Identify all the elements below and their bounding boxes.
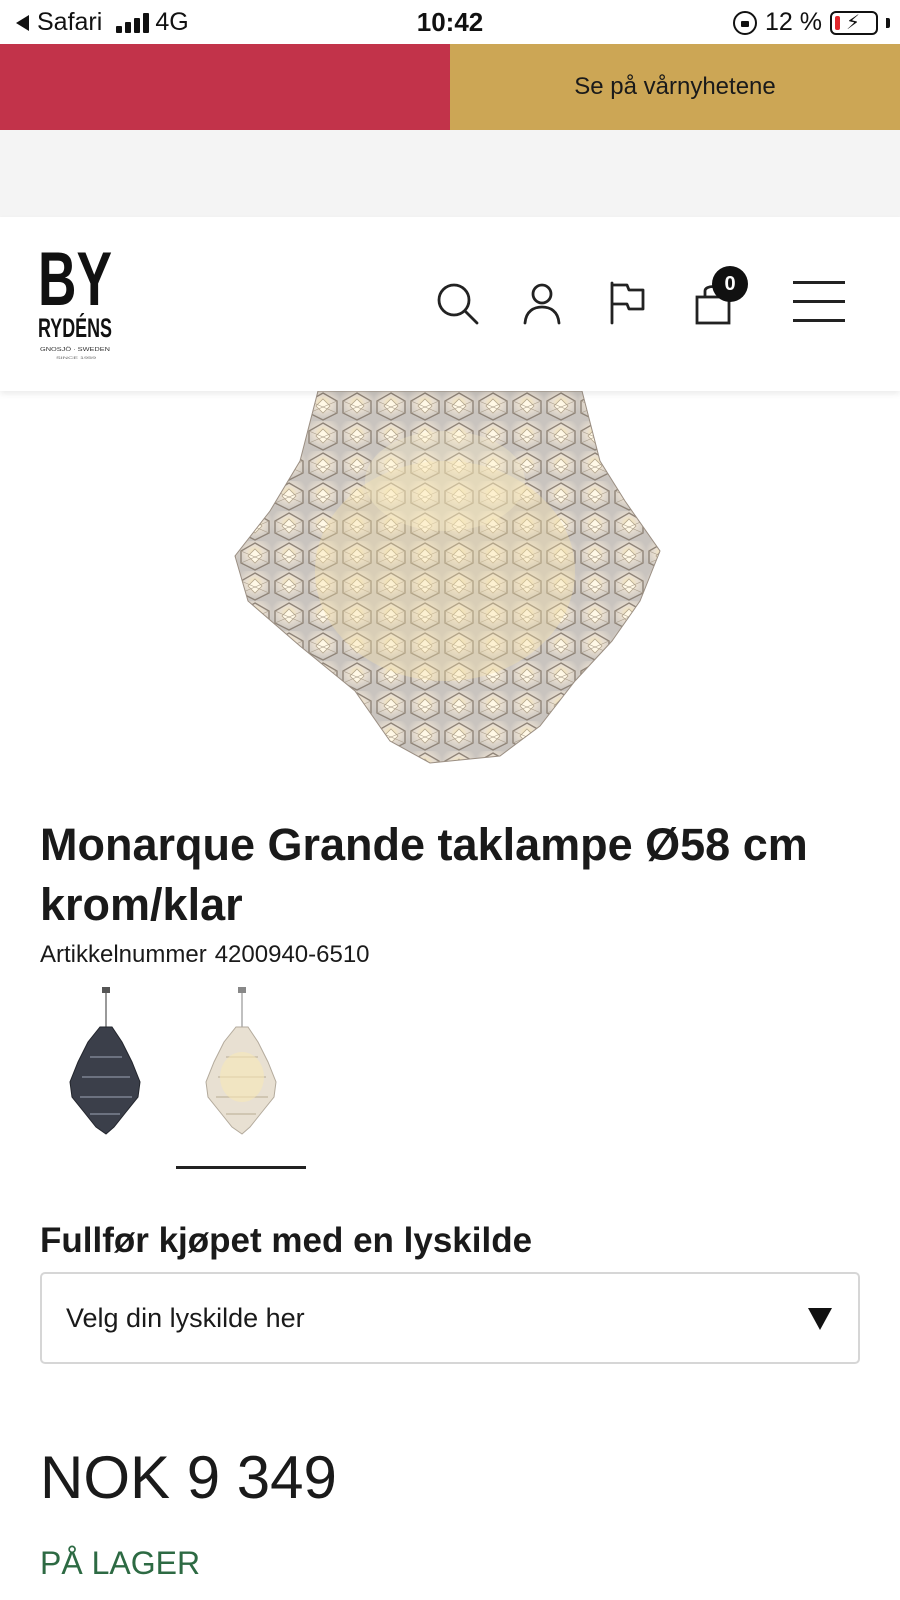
variant-clear-thumbnail [205,987,277,1135]
battery-level-fill [835,15,840,30]
light-source-placeholder: Velg din lyskilde her [66,1302,305,1333]
logo-since: SINCE 1959 [56,355,97,360]
banner-spacer [0,130,900,217]
logo-by-text: BY [38,237,112,322]
account-icon[interactable] [518,279,566,327]
chandelier-illustration [234,391,661,764]
sku-label: Artikkelnummer [40,941,207,968]
battery-icon: ⚡ [830,10,878,35]
battery-percent: 12 % [765,8,822,36]
product-title: Monarque Grande taklampe Ø58 cm krom/kla… [40,819,808,930]
dropdown-caret-icon [808,1308,832,1330]
light-source-heading: Fullfør kjøpet med en lyskilde [40,1221,533,1260]
variant-dark-smoke[interactable] [40,982,170,1172]
battery-tip [886,17,890,28]
by-rydens-logo[interactable]: BY RYDÉNS GNOSJÖ · SWEDEN SINCE 1959 [38,237,118,367]
orientation-lock-icon [733,10,758,35]
sku-value: 4200940-6510 [214,941,370,968]
logo-rydens-text: RYDÉNS [38,312,112,343]
flag-icon[interactable] [603,279,651,327]
logo-tagline: GNOSJÖ · SWEDEN [40,346,111,353]
promo-bar: Se på vårnyhetene [0,44,900,130]
variant-selector [40,982,306,1172]
product-price: NOK 9 349 [40,1444,337,1511]
light-source-select[interactable]: Velg din lyskilde her [40,1272,860,1364]
status-bar-right: 12 % ⚡ [733,8,890,37]
charging-bolt-icon: ⚡ [846,11,861,34]
cart-count-badge[interactable]: 0 [712,266,748,302]
variant-dark-thumbnail [69,987,141,1135]
variant-clear[interactable] [176,982,306,1172]
product-sku: Artikkelnummer 4200940-6510 [40,941,370,969]
site-header: BY RYDÉNS GNOSJÖ · SWEDEN SINCE 1959 0 [0,217,900,391]
status-bar: Safari 4G 10:42 12 % ⚡ [0,0,900,44]
promo-left-panel[interactable] [0,44,450,130]
search-icon[interactable] [433,279,481,327]
product-image[interactable] [0,391,900,776]
stock-status: PÅ LAGER [40,1545,201,1581]
menu-icon[interactable] [793,281,845,322]
promo-spring-news-link[interactable]: Se på vårnyhetene [450,44,900,130]
